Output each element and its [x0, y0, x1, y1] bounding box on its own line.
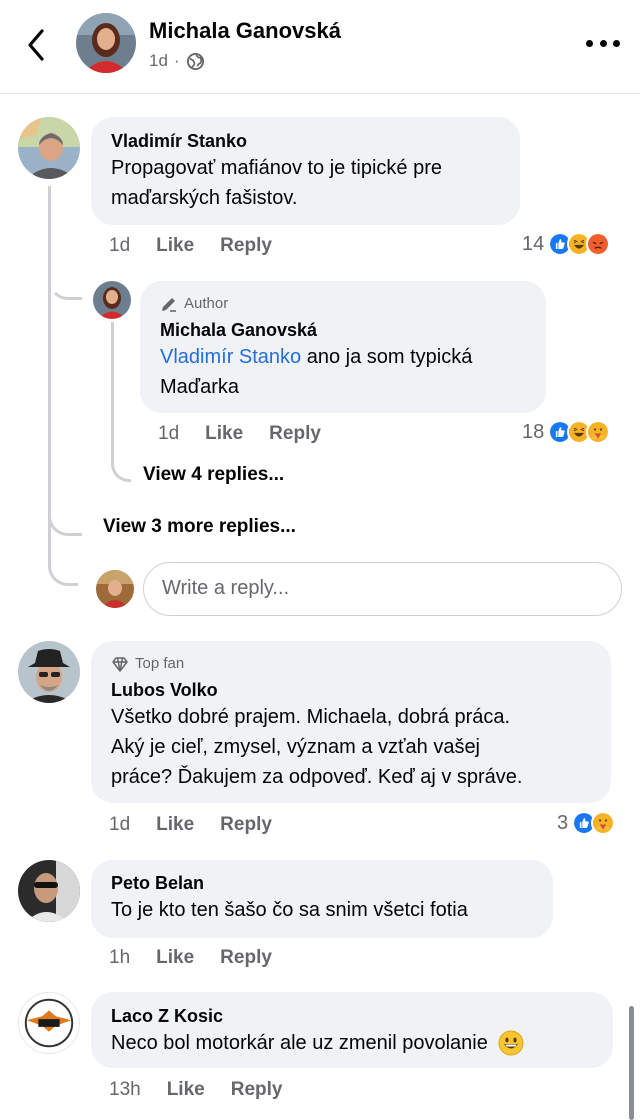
comment-actions: 1d Like Reply [109, 233, 272, 259]
reaction-summary[interactable]: 18 [522, 417, 611, 447]
comment-text-line: Maďarka [160, 376, 239, 398]
comment-time[interactable]: 1d [158, 423, 179, 445]
like-button[interactable]: Like [156, 235, 194, 257]
like-button[interactable]: Like [156, 814, 194, 836]
reaction-count: 3 [557, 811, 569, 834]
more-options-button[interactable] [586, 30, 620, 56]
pencil-icon [162, 298, 176, 312]
post-header: Michala Ganovská 1d · [0, 0, 640, 94]
comment-text-line: Všetko dobré prajem. Michaela, dobrá prá… [111, 706, 511, 728]
comment-author[interactable]: Vladimír Stanko [111, 129, 500, 153]
comment-text-line: Propagovať mafiánov to je tipické pre [111, 157, 443, 179]
badge-label: Author [184, 295, 229, 312]
comment-time[interactable]: 13h [109, 1079, 141, 1101]
like-button[interactable]: Like [205, 423, 243, 445]
commenter-avatar[interactable] [18, 117, 80, 179]
comment-text-fragment: ano ja som typická [301, 346, 473, 368]
back-button[interactable] [22, 27, 52, 63]
post-meta: 1d · [149, 51, 205, 71]
view-replies-link[interactable]: View 4 replies... [143, 464, 284, 486]
reply-button[interactable]: Reply [220, 235, 272, 257]
thread-line [48, 258, 82, 300]
comment-author[interactable]: Peto Belan [111, 871, 533, 895]
comment-text-line: To je kto ten šašo čo sa snim všetci fot… [111, 899, 468, 921]
mention-link[interactable]: Vladimír Stanko [160, 346, 301, 368]
like-button[interactable]: Like [167, 1079, 205, 1101]
view-more-replies-link[interactable]: View 3 more replies... [103, 516, 296, 538]
comment-time[interactable]: 1d [109, 814, 130, 836]
dot-icon [613, 39, 620, 47]
comment-author[interactable]: Michala Ganovská [160, 318, 526, 342]
thread-line [48, 300, 82, 536]
current-user-avatar[interactable] [96, 570, 134, 608]
comment-text-line: maďarských fašistov. [111, 187, 298, 209]
comment-bubble: Top fan Lubos Volko Všetko dobré prajem.… [91, 641, 611, 803]
reply-button[interactable]: Reply [231, 1079, 283, 1101]
grinning-face-icon [498, 1030, 524, 1056]
thread-line [111, 322, 131, 482]
comment-author[interactable]: Lubos Volko [111, 678, 591, 702]
comment-text-line: Aký je cieľ, zmysel, význam a vzťah vaše… [111, 736, 481, 758]
comment-text-line: práce? Ďakujem za odpoveď. Keď aj v sprá… [111, 766, 523, 788]
dot-icon [599, 39, 607, 47]
reaction-count: 14 [522, 232, 545, 255]
care-reaction-icon [586, 420, 611, 444]
comment-actions: 1h Like Reply [109, 945, 272, 971]
reply-button[interactable]: Reply [269, 423, 321, 445]
comment-text-fragment: Neco bol motorkár ale uz zmenil povolani… [111, 1032, 488, 1054]
comment-author[interactable]: Laco Z Kosic [111, 1004, 593, 1028]
commenter-avatar[interactable] [18, 992, 80, 1054]
dot-icon [586, 39, 593, 47]
angry-reaction-icon [586, 232, 611, 256]
comment-text-line: Vladimír Stanko ano ja som typická [160, 342, 526, 372]
commenter-avatar[interactable] [18, 860, 80, 922]
reaction-summary[interactable]: 14 [522, 229, 611, 259]
scrollbar[interactable] [629, 1006, 634, 1120]
comment-time[interactable]: 1h [109, 947, 130, 969]
comment-actions: 1d Like Reply [158, 421, 321, 447]
reaction-count: 18 [522, 420, 545, 443]
reply-button[interactable]: Reply [220, 814, 272, 836]
author-avatar[interactable] [76, 13, 136, 73]
comment-time[interactable]: 1d [109, 235, 130, 257]
reaction-summary[interactable]: 3 [557, 808, 616, 838]
comment-text-line: Neco bol motorkár ale uz zmenil povolani… [111, 1028, 593, 1058]
globe-icon [186, 52, 204, 70]
reply-button[interactable]: Reply [220, 947, 272, 969]
badge-label: Top fan [135, 655, 185, 672]
author-badge: Author [160, 294, 526, 314]
comment-actions: 13h Like Reply [109, 1077, 282, 1103]
comment-bubble: Author Michala Ganovská Vladimír Stanko … [140, 281, 546, 413]
commenter-avatar[interactable] [93, 281, 131, 319]
comment-bubble: Laco Z Kosic Neco bol motorkár ale uz zm… [91, 992, 613, 1068]
comment-bubble: Peto Belan To je kto ten šašo čo sa snim… [91, 860, 553, 938]
reply-input[interactable]: Write a reply... [143, 562, 622, 616]
page-title[interactable]: Michala Ganovská [149, 18, 341, 44]
top-fan-badge: Top fan [111, 654, 591, 674]
chevron-left-icon [28, 29, 44, 61]
comment-actions: 1d Like Reply [109, 812, 272, 838]
commenter-avatar[interactable] [18, 641, 80, 703]
care-reaction-icon [591, 811, 616, 835]
diamond-icon [112, 657, 128, 672]
comment-bubble: Vladimír Stanko Propagovať mafiánov to j… [91, 117, 520, 225]
like-button[interactable]: Like [156, 947, 194, 969]
meta-separator: · [173, 51, 180, 70]
post-time: 1d [149, 51, 168, 70]
